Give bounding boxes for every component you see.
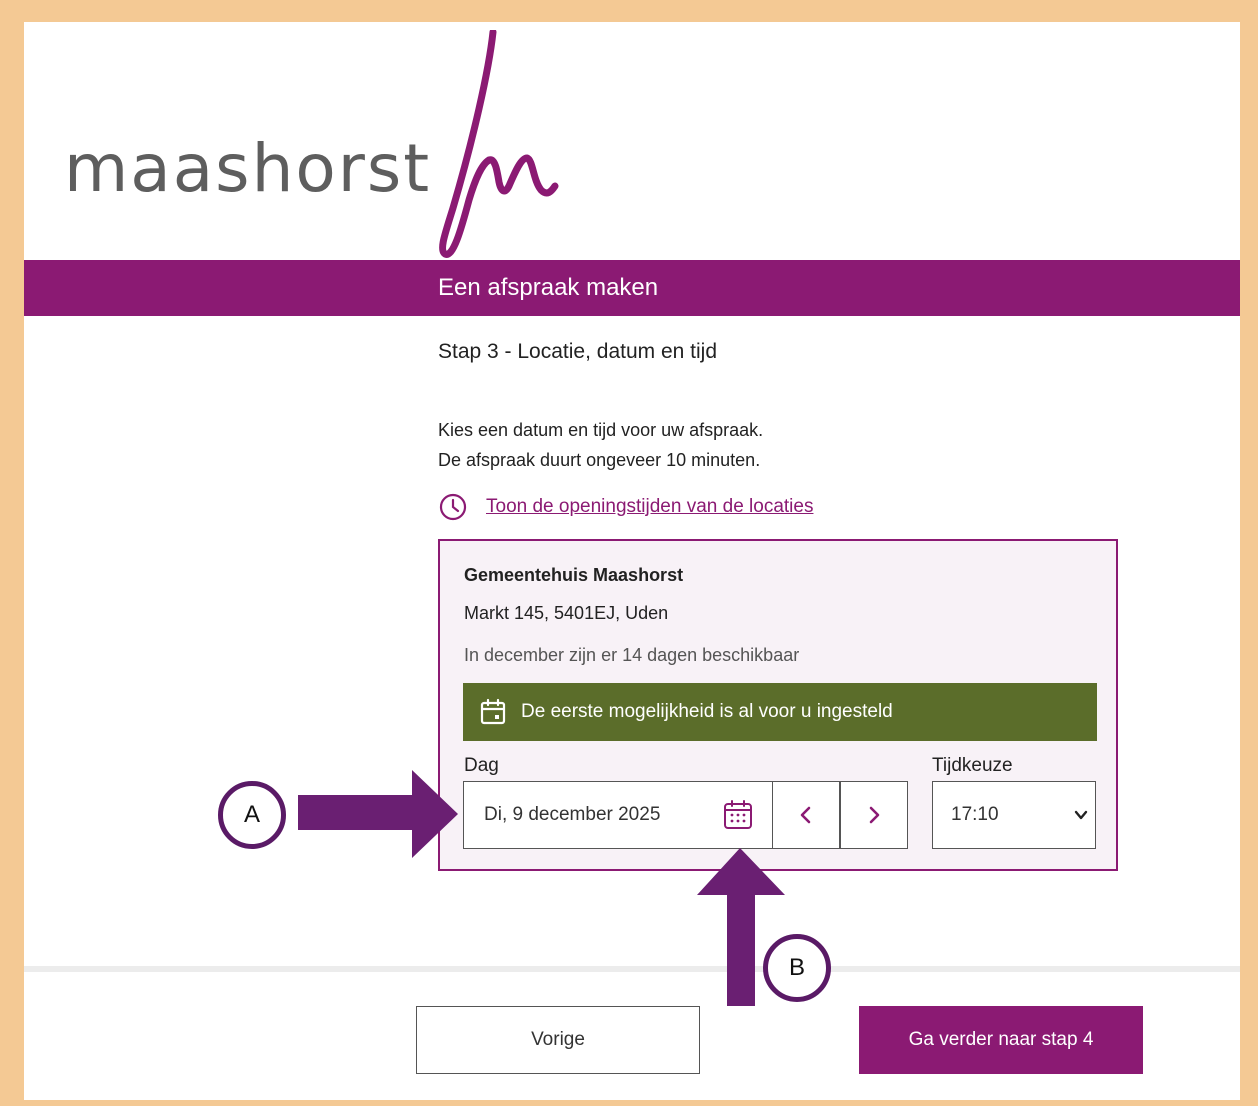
notice-text: De eerste mogelijkheid is al voor u inge… [521,701,893,722]
maashorst-logo: maashorst [24,22,584,262]
annotation-marker-a: A [218,781,286,849]
page-title: Een afspraak maken [438,274,659,301]
time-label: Tijdkeuze [932,755,1013,776]
footer-divider [24,966,1240,972]
logo-wordmark: maashorst [64,130,432,207]
clock-icon [439,493,467,521]
next-day-button[interactable] [840,781,908,849]
header-banner: Een afspraak maken [24,260,1240,316]
previous-button[interactable]: Vorige [416,1006,700,1074]
opening-hours-link[interactable]: Toon de openingstijden van de locaties [486,496,813,518]
previous-day-button[interactable] [772,781,840,849]
chevron-right-icon [869,806,880,824]
intro-line-2: De afspraak duurt ongeveer 10 minuten. [438,450,761,470]
availability-text: In december zijn er 14 dagen beschikbaar [464,645,800,665]
opening-hours-row: Toon de openingstijden van de locaties [438,492,813,522]
chevron-down-icon [1074,810,1088,820]
time-select[interactable]: 17:10 [932,781,1096,849]
step-title: Stap 3 - Locatie, datum en tijd [438,340,717,363]
day-label: Dag [464,755,499,776]
annotation-marker-b: B [763,934,831,1002]
date-value: Di, 9 december 2025 [484,804,661,825]
first-availability-notice: De eerste mogelijkheid is al voor u inge… [463,683,1097,741]
intro-line-1: Kies een datum en tijd voor uw afspraak. [438,420,764,440]
page-frame: maashorst Een afspraak maken Stap 3 - Lo… [24,22,1240,1100]
location-card: Gemeentehuis Maashorst Markt 145, 5401EJ… [438,539,1118,871]
calendar-icon[interactable] [722,799,754,831]
location-name: Gemeentehuis Maashorst [464,565,684,585]
intro-text: Kies een datum en tijd voor uw afspraak.… [438,415,763,475]
location-address: Markt 145, 5401EJ, Uden [464,603,669,623]
date-input[interactable]: Di, 9 december 2025 [463,781,773,849]
chevron-left-icon [800,806,811,824]
logo-signature-mark [439,30,559,258]
time-value: 17:10 [951,804,999,825]
calendar-event-icon [480,698,506,725]
continue-button[interactable]: Ga verder naar stap 4 [859,1006,1143,1074]
